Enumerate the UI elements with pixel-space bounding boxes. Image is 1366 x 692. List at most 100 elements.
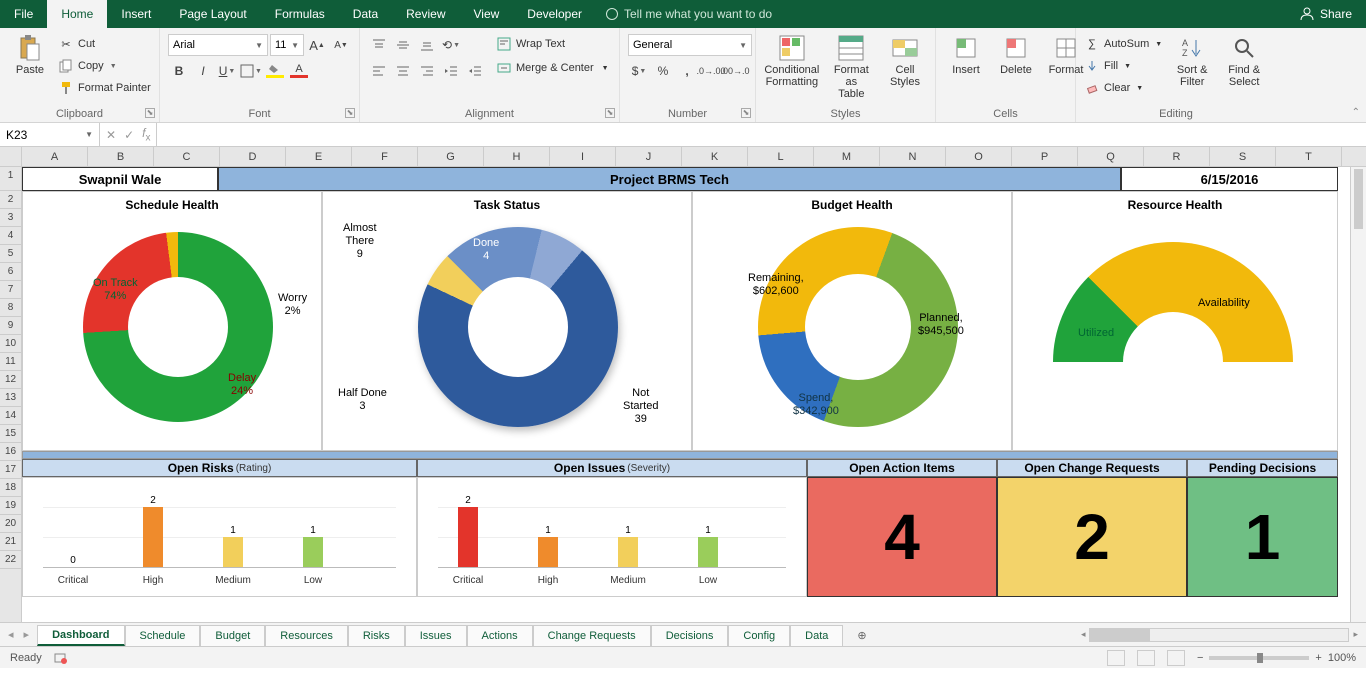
sheet-tab-change-requests[interactable]: Change Requests — [533, 625, 651, 646]
col-header-O[interactable]: O — [946, 147, 1012, 166]
open-risks-chart[interactable]: 0Critical2High1Medium1Low — [22, 477, 417, 597]
row-header-3[interactable]: 3 — [0, 209, 21, 227]
collapse-ribbon-button[interactable]: ⌃ — [1352, 107, 1360, 118]
autosum-button[interactable]: ∑AutoSum▼ — [1084, 34, 1162, 54]
sheet-tab-data[interactable]: Data — [790, 625, 843, 646]
sheet-tab-config[interactable]: Config — [728, 625, 790, 646]
formula-input[interactable] — [157, 123, 1366, 146]
cancel-formula-button[interactable]: ✕ — [106, 128, 116, 142]
tab-home[interactable]: Home — [47, 0, 107, 28]
tab-file[interactable]: File — [0, 0, 47, 28]
tab-view[interactable]: View — [460, 0, 514, 28]
insert-cells-button[interactable]: Insert — [944, 32, 988, 78]
row-header-15[interactable]: 15 — [0, 425, 21, 443]
select-all-corner[interactable] — [0, 147, 22, 166]
orientation-button[interactable]: ⟲▼ — [440, 34, 462, 56]
col-header-K[interactable]: K — [682, 147, 748, 166]
col-header-Q[interactable]: Q — [1078, 147, 1144, 166]
row-header-8[interactable]: 8 — [0, 299, 21, 317]
font-size-select[interactable]: 11▼ — [270, 34, 304, 56]
increase-decimal-button[interactable]: .0→.00 — [700, 60, 722, 82]
row-header-21[interactable]: 21 — [0, 533, 21, 551]
col-header-L[interactable]: L — [748, 147, 814, 166]
sheet-tab-risks[interactable]: Risks — [348, 625, 405, 646]
delete-cells-button[interactable]: Delete — [994, 32, 1038, 78]
alignment-launcher[interactable]: ⬊ — [605, 108, 615, 118]
row-header-18[interactable]: 18 — [0, 479, 21, 497]
horizontal-scrollbar[interactable] — [1089, 628, 1349, 642]
sheet-tab-schedule[interactable]: Schedule — [125, 625, 201, 646]
sheet-tab-actions[interactable]: Actions — [467, 625, 533, 646]
chart-resource-health[interactable]: Resource Health Utilized Availability — [1012, 191, 1338, 451]
sheet-tab-dashboard[interactable]: Dashboard — [37, 625, 124, 646]
row-header-22[interactable]: 22 — [0, 551, 21, 569]
underline-button[interactable]: U▼ — [216, 60, 238, 82]
col-header-H[interactable]: H — [484, 147, 550, 166]
cut-button[interactable]: ✂Cut — [58, 34, 151, 54]
chart-budget-health[interactable]: Budget Health Planned, $945,500 Spend, $… — [692, 191, 1012, 451]
enter-formula-button[interactable]: ✓ — [124, 128, 134, 142]
wrap-text-button[interactable]: Wrap Text — [496, 34, 609, 54]
number-launcher[interactable]: ⬊ — [741, 108, 751, 118]
macro-record-icon[interactable] — [54, 651, 68, 665]
align-top-button[interactable] — [368, 34, 390, 56]
tab-developer[interactable]: Developer — [513, 0, 596, 28]
clear-button[interactable]: Clear▼ — [1084, 78, 1162, 98]
fill-color-button[interactable] — [264, 60, 286, 82]
col-header-A[interactable]: A — [22, 147, 88, 166]
col-header-D[interactable]: D — [220, 147, 286, 166]
decrease-font-button[interactable]: A▼ — [330, 34, 352, 56]
row-header-13[interactable]: 13 — [0, 389, 21, 407]
align-right-button[interactable] — [416, 60, 438, 82]
row-header-14[interactable]: 14 — [0, 407, 21, 425]
col-header-C[interactable]: C — [154, 147, 220, 166]
row-header-9[interactable]: 9 — [0, 317, 21, 335]
open-issues-chart[interactable]: 2Critical1High1Medium1Low — [417, 477, 807, 597]
fill-button[interactable]: Fill▼ — [1084, 56, 1162, 76]
sort-filter-button[interactable]: AZSort & Filter — [1170, 32, 1214, 90]
chart-task-status[interactable]: Task Status Not Started 39 Almost There … — [322, 191, 692, 451]
col-header-S[interactable]: S — [1210, 147, 1276, 166]
zoom-in-button[interactable]: + — [1315, 652, 1321, 664]
view-normal-button[interactable] — [1107, 650, 1125, 666]
hscroll-right[interactable]: ▸ — [1353, 629, 1358, 640]
zoom-slider[interactable] — [1209, 656, 1309, 660]
row-header-17[interactable]: 17 — [0, 461, 21, 479]
sheet-tab-decisions[interactable]: Decisions — [651, 625, 729, 646]
row-header-5[interactable]: 5 — [0, 245, 21, 263]
sheet-tab-budget[interactable]: Budget — [200, 625, 265, 646]
col-header-P[interactable]: P — [1012, 147, 1078, 166]
format-as-table-button[interactable]: Format as Table — [826, 32, 877, 102]
italic-button[interactable]: I — [192, 60, 214, 82]
zoom-out-button[interactable]: − — [1197, 652, 1203, 664]
col-header-J[interactable]: J — [616, 147, 682, 166]
merge-center-button[interactable]: Merge & Center▼ — [496, 58, 609, 78]
col-header-R[interactable]: R — [1144, 147, 1210, 166]
row-header-11[interactable]: 11 — [0, 353, 21, 371]
tab-data[interactable]: Data — [339, 0, 392, 28]
font-launcher[interactable]: ⬊ — [345, 108, 355, 118]
align-center-button[interactable] — [392, 60, 414, 82]
copy-button[interactable]: Copy▼ — [58, 56, 151, 76]
comma-format-button[interactable]: , — [676, 60, 698, 82]
col-header-F[interactable]: F — [352, 147, 418, 166]
tab-insert[interactable]: Insert — [107, 0, 165, 28]
row-header-4[interactable]: 4 — [0, 227, 21, 245]
increase-indent-button[interactable] — [464, 60, 486, 82]
tab-formulas[interactable]: Formulas — [261, 0, 339, 28]
col-header-T[interactable]: T — [1276, 147, 1342, 166]
chart-schedule-health[interactable]: Schedule Health On Track 74% Delay 24% W… — [22, 191, 322, 451]
border-button[interactable]: ▼ — [240, 60, 262, 82]
font-name-select[interactable]: Arial▼ — [168, 34, 268, 56]
hscroll-left[interactable]: ◂ — [1081, 629, 1086, 640]
col-header-G[interactable]: G — [418, 147, 484, 166]
col-header-B[interactable]: B — [88, 147, 154, 166]
align-middle-button[interactable] — [392, 34, 414, 56]
sheet-tab-resources[interactable]: Resources — [265, 625, 348, 646]
paste-button[interactable]: Paste — [8, 32, 52, 78]
align-left-button[interactable] — [368, 60, 390, 82]
share-button[interactable]: Share — [1286, 0, 1366, 28]
sheet-tab-issues[interactable]: Issues — [405, 625, 467, 646]
find-select-button[interactable]: Find & Select — [1222, 32, 1266, 90]
add-sheet-button[interactable]: ⊕ — [843, 625, 880, 646]
